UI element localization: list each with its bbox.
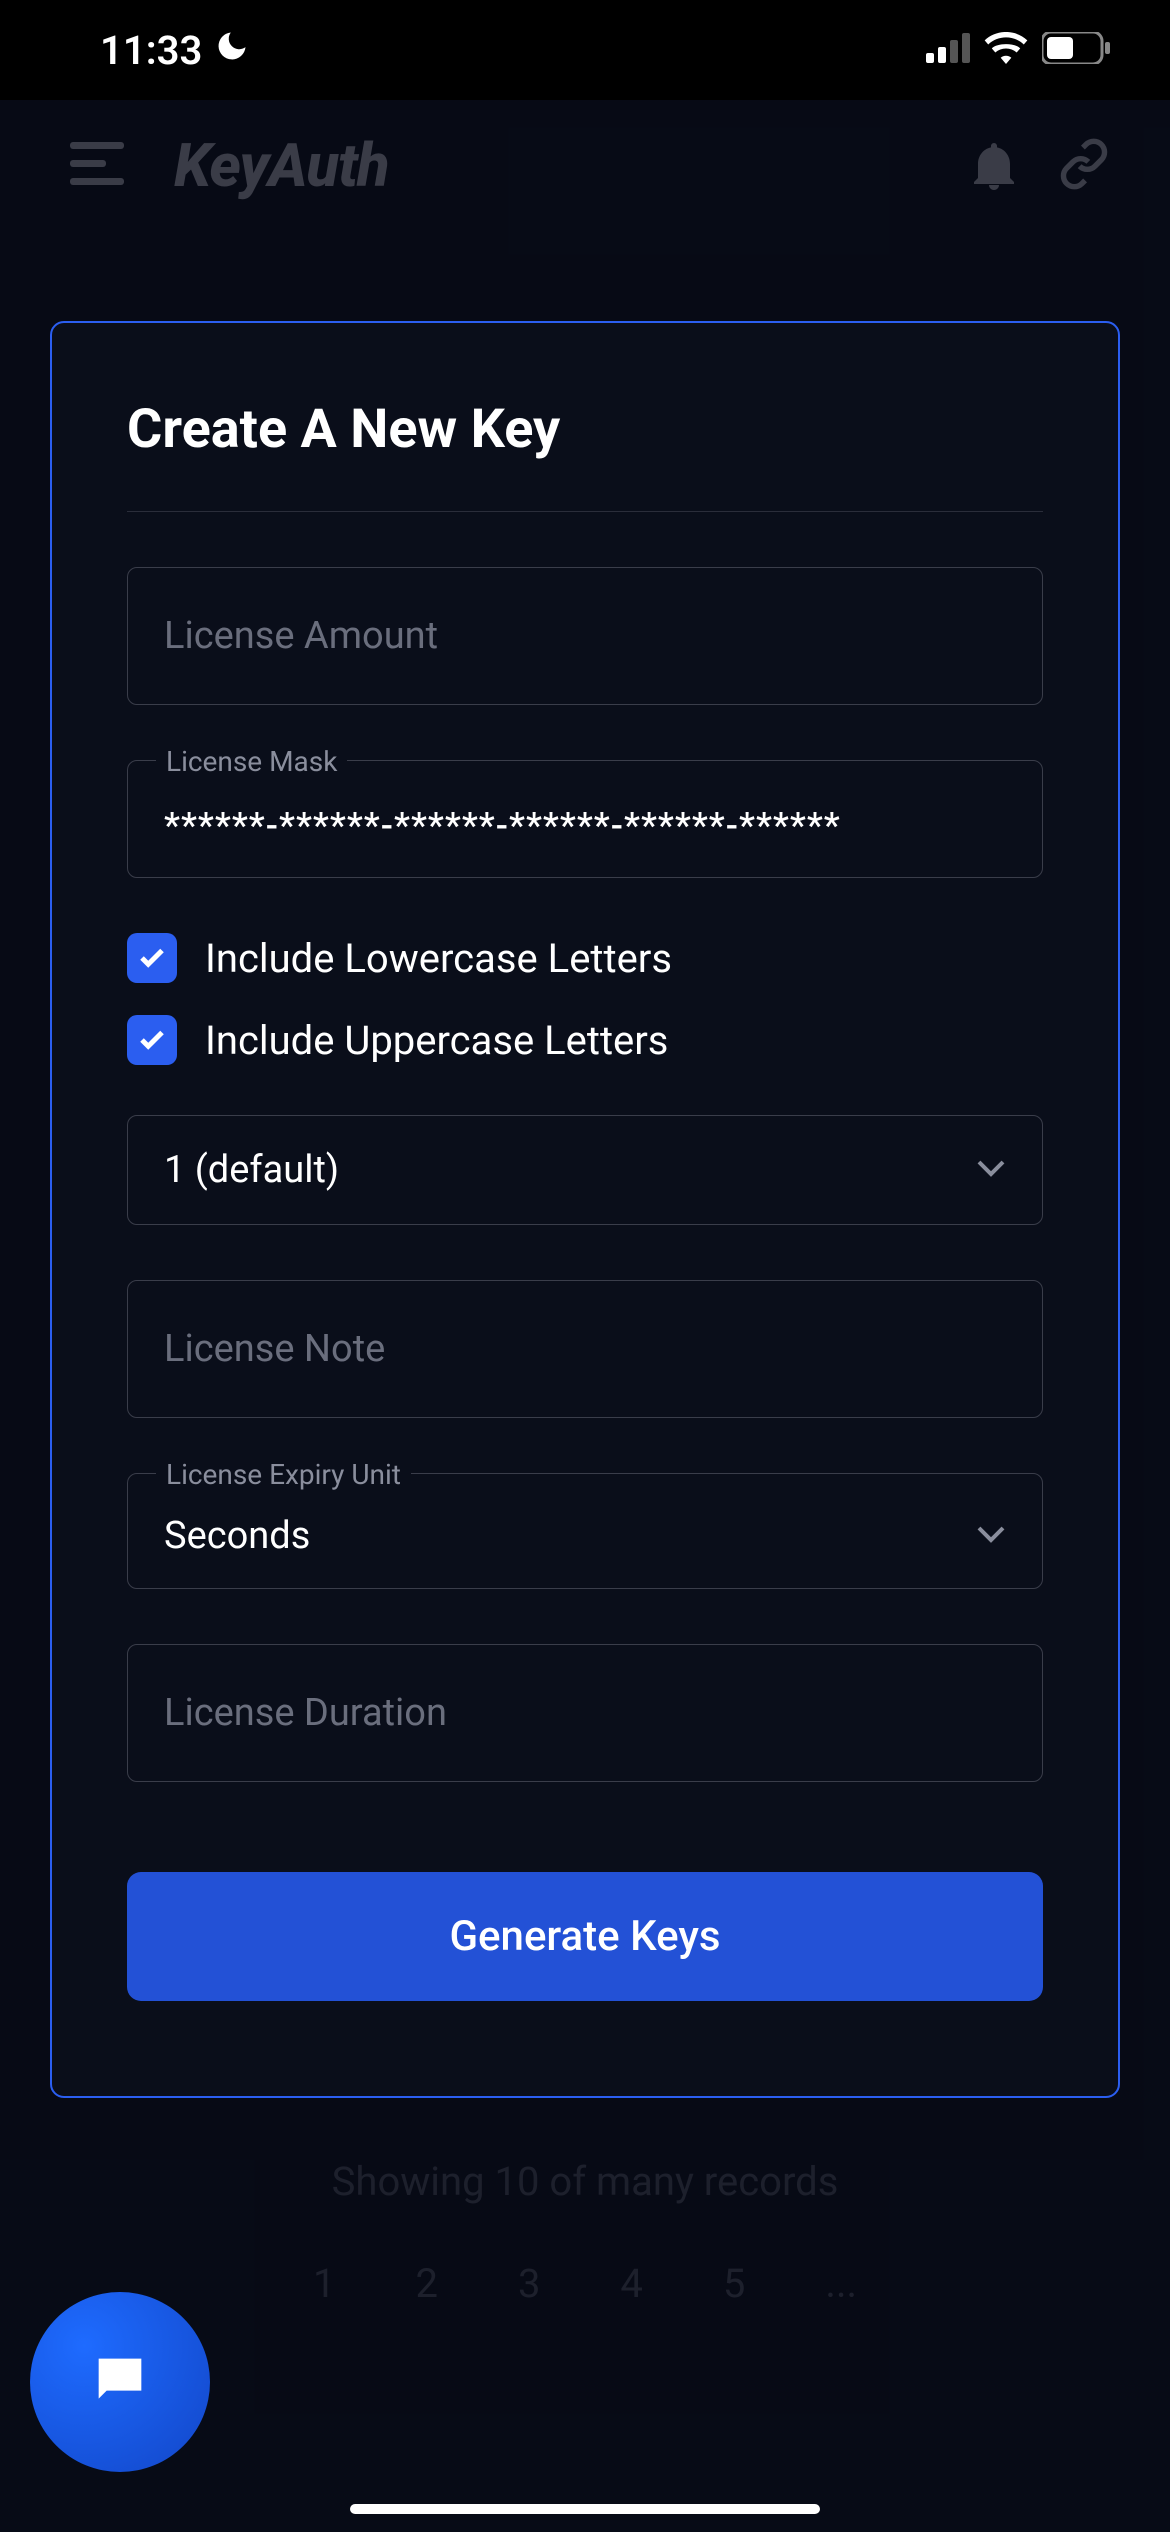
uppercase-checkbox[interactable] bbox=[127, 1015, 177, 1065]
license-mask-field-group: License Mask bbox=[127, 760, 1043, 878]
page-link[interactable]: 3 bbox=[518, 2260, 540, 2307]
lowercase-checkbox-row[interactable]: Include Lowercase Letters bbox=[127, 933, 1043, 983]
footer-area: Showing 10 of many records 1 2 3 4 5 ... bbox=[0, 2158, 1170, 2307]
uppercase-checkbox-row[interactable]: Include Uppercase Letters bbox=[127, 1015, 1043, 1065]
chevron-down-icon bbox=[976, 1525, 1006, 1547]
page-link[interactable]: 4 bbox=[620, 2260, 642, 2307]
link-icon[interactable] bbox=[1058, 138, 1110, 194]
status-bar: 11:33 bbox=[0, 0, 1170, 100]
records-summary: Showing 10 of many records bbox=[0, 2158, 1170, 2205]
brand-logo[interactable]: KeyAuth bbox=[174, 130, 389, 201]
uppercase-checkbox-label: Include Uppercase Letters bbox=[205, 1017, 668, 1064]
page-link[interactable]: 1 bbox=[313, 2260, 335, 2307]
license-mask-input[interactable] bbox=[128, 767, 1042, 877]
status-time: 11:33 bbox=[100, 27, 202, 74]
app-content: KeyAuth Create A New Key License Mask bbox=[0, 100, 1170, 2532]
chat-fab[interactable] bbox=[30, 2292, 210, 2472]
license-note-input[interactable] bbox=[128, 1281, 1042, 1417]
chevron-down-icon bbox=[976, 1159, 1006, 1181]
status-right bbox=[926, 32, 1110, 68]
license-mask-label: License Mask bbox=[156, 745, 347, 778]
generate-keys-button[interactable]: Generate Keys bbox=[127, 1872, 1043, 2001]
license-duration-input[interactable] bbox=[128, 1645, 1042, 1781]
lowercase-checkbox-label: Include Lowercase Letters bbox=[205, 935, 672, 982]
modal-title: Create A New Key bbox=[127, 398, 1043, 461]
bell-icon[interactable] bbox=[970, 138, 1018, 194]
expiry-unit-select[interactable]: License Expiry Unit Seconds bbox=[127, 1473, 1043, 1589]
home-indicator[interactable] bbox=[350, 2504, 820, 2514]
lowercase-checkbox[interactable] bbox=[127, 933, 177, 983]
license-amount-input[interactable] bbox=[128, 568, 1042, 704]
battery-icon bbox=[1042, 32, 1110, 68]
menu-icon[interactable] bbox=[70, 142, 124, 190]
chat-icon bbox=[88, 2348, 152, 2416]
expiry-unit-value: Seconds bbox=[164, 1514, 310, 1558]
modal-divider bbox=[127, 511, 1043, 512]
cellular-signal-icon bbox=[926, 33, 970, 67]
nav-bar: KeyAuth bbox=[0, 100, 1170, 221]
page-link[interactable]: 5 bbox=[723, 2260, 745, 2307]
level-select[interactable]: 1 (default) bbox=[127, 1115, 1043, 1225]
moon-icon bbox=[214, 27, 250, 74]
level-select-value: 1 (default) bbox=[164, 1148, 339, 1192]
page-link[interactable]: 2 bbox=[415, 2260, 437, 2307]
license-duration-field-group bbox=[127, 1644, 1043, 1782]
status-left: 11:33 bbox=[100, 27, 250, 74]
create-key-modal: Create A New Key License Mask Include Lo… bbox=[50, 321, 1120, 2098]
wifi-icon bbox=[984, 32, 1028, 68]
page-ellipsis: ... bbox=[825, 2260, 857, 2307]
pagination: 1 2 3 4 5 ... bbox=[0, 2260, 1170, 2307]
expiry-unit-label: License Expiry Unit bbox=[156, 1458, 411, 1491]
license-amount-field-group bbox=[127, 567, 1043, 705]
license-note-field-group bbox=[127, 1280, 1043, 1418]
